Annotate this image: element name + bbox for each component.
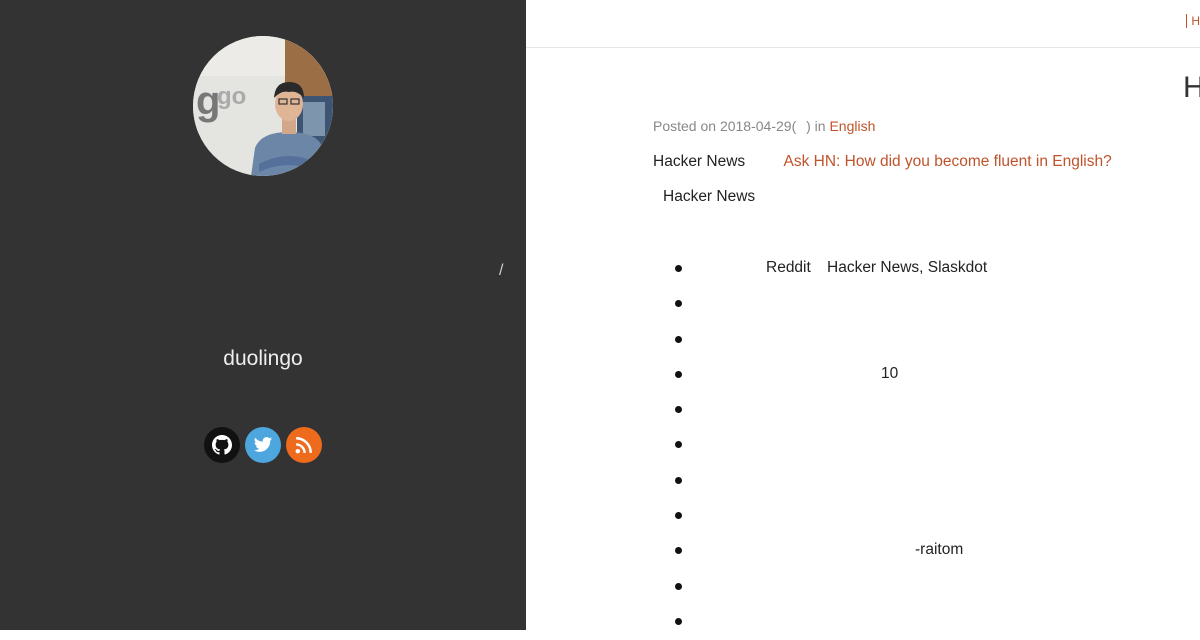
- post-meta: Posted on 2018-04-29( ) in English: [653, 118, 875, 134]
- list-item: [672, 570, 1172, 605]
- meta-suffix: ) in: [806, 118, 826, 134]
- twitter-link[interactable]: [245, 427, 281, 463]
- site-author-name: duolingo: [223, 347, 303, 370]
- meta-prefix: Posted on: [653, 118, 717, 134]
- sidebar: g go / duolingo: [0, 0, 526, 630]
- list-item: [672, 464, 1172, 499]
- list-item: [672, 499, 1172, 534]
- list-item: [672, 323, 1172, 358]
- list-item-text: 10: [881, 364, 899, 382]
- list-item: Reddit Hacker News, Slaskdot: [672, 252, 1172, 287]
- rss-icon: [295, 437, 312, 454]
- top-nav-link[interactable]: H: [1186, 14, 1200, 28]
- list-item-text: Reddit: [766, 259, 811, 276]
- category-link[interactable]: English: [829, 118, 875, 134]
- top-navigation-bar: H: [526, 0, 1200, 48]
- sidebar-separator: /: [499, 262, 504, 279]
- social-links: [204, 427, 322, 463]
- list-item: 10: [672, 358, 1172, 393]
- post-bullet-list: Reddit Hacker News, Slaskdot 10 -raitom: [672, 252, 1172, 640]
- list-item-text: Hacker News, Slaskdot: [827, 259, 988, 276]
- avatar[interactable]: g go: [193, 36, 333, 176]
- svg-text:go: go: [217, 83, 246, 110]
- meta-date: 2018-04-29(: [719, 118, 797, 134]
- post-paragraph: Hacker News Ask HN: How did you become f…: [653, 153, 1112, 171]
- post-title: H: [1183, 71, 1200, 104]
- list-item: [672, 605, 1172, 640]
- list-item: -raitom: [672, 534, 1172, 569]
- github-link[interactable]: [204, 427, 240, 463]
- list-item: [672, 287, 1172, 322]
- list-item-text: -raitom: [915, 541, 964, 559]
- list-item: [672, 393, 1172, 428]
- post-paragraph-2: Hacker News: [663, 188, 756, 205]
- ask-hn-link[interactable]: Ask HN: How did you become fluent in Eng…: [783, 153, 1111, 170]
- rss-link[interactable]: [286, 427, 322, 463]
- twitter-icon: [253, 437, 273, 452]
- github-icon: [212, 435, 232, 455]
- avatar-photo: g go: [193, 36, 333, 176]
- list-item: [672, 428, 1172, 463]
- paragraph-text: Hacker News: [653, 153, 746, 170]
